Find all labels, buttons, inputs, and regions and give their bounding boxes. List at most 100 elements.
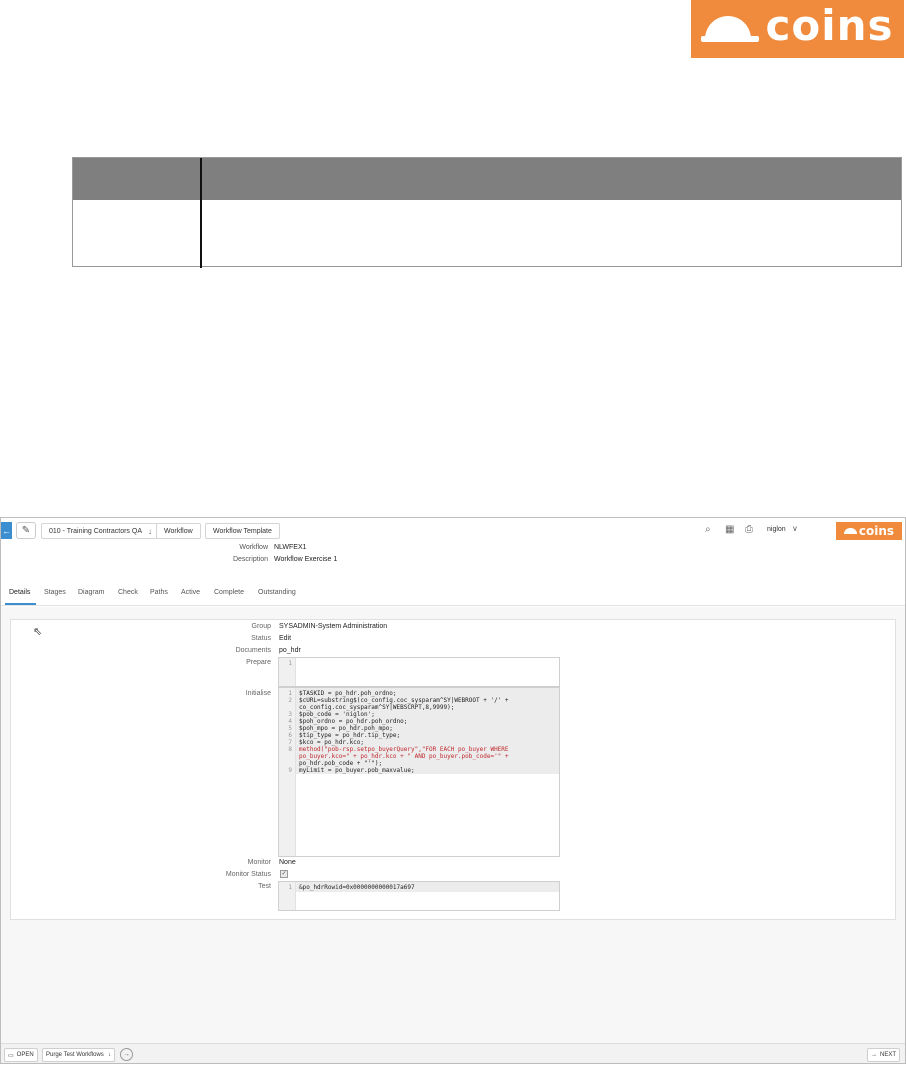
tab-active[interactable]: Active — [181, 589, 200, 596]
code-text: method("pob-rsp.setpo_buyerQuery","FOR E… — [299, 746, 509, 753]
code-text: po_buyer.kco=" + po_hdr.kco + " AND po_b… — [299, 753, 509, 760]
chevron-down-icon[interactable]: ∨ — [792, 524, 798, 533]
app-screenshot: ← ✎ 010 - Training Contractors QA ↓ Work… — [0, 517, 906, 1064]
grid-icon[interactable]: ▦ — [725, 524, 734, 535]
breadcrumb-workflow[interactable]: Workflow — [156, 523, 201, 539]
hard-hat-icon — [843, 528, 857, 534]
user-name[interactable]: niglon — [767, 526, 786, 533]
coins-logo-small: coins — [836, 522, 902, 540]
group-label: Group — [251, 623, 271, 630]
line-number: 5 — [288, 725, 292, 732]
purge-label: Purge Test Workflows — [46, 1052, 104, 1058]
tab-bar: Details Stages Diagram Check Paths Activ… — [1, 580, 905, 606]
code-line: 5 $poh_mpo = po_hdr.poh_mpo; — [279, 725, 559, 732]
wrench-icon[interactable]: ✎ — [16, 522, 36, 539]
documents-label: Documents — [235, 647, 271, 654]
code-line: 3 $pob_code = 'niglon'; — [279, 711, 559, 718]
go-arrow-icon[interactable]: → — [120, 1048, 133, 1061]
arrow-down-icon: ↓ — [148, 526, 152, 536]
prepare-code-editor[interactable]: 1 — [278, 657, 560, 687]
tab-details[interactable]: Details — [9, 589, 30, 596]
tab-outstanding[interactable]: Outstanding — [258, 589, 296, 596]
line-number: 4 — [288, 718, 292, 725]
initialise-code-editor[interactable]: 1 $TASKID = po_hdr.poh_ordno; 2 $cURL=subst… — [278, 687, 560, 857]
code-line: 2 $cURL=substring$(co_config.coc_sysparam… — [279, 697, 559, 704]
test-code-editor[interactable]: 1 &po_hdrRowid=0x0000000000017a697 — [278, 881, 560, 911]
tab-diagram[interactable]: Diagram — [78, 589, 104, 596]
code-text: &po_hdrRowid=0x0000000000017a697 — [299, 884, 415, 891]
test-label: Test — [258, 883, 271, 890]
code-text: $cURL=substring$(co_config.coc_sysparam^… — [299, 697, 509, 704]
breadcrumb-company[interactable]: 010 - Training Contractors QA ↓ — [41, 523, 160, 539]
status-label: Status — [251, 635, 271, 642]
code-text: $pob_code = 'niglon'; — [299, 711, 375, 718]
folder-icon: ▭ — [8, 1052, 14, 1059]
table-header-row — [73, 158, 901, 200]
line-number: 8 — [288, 746, 292, 753]
line-number: 9 — [288, 767, 292, 774]
code-line: 1 $TASKID = po_hdr.poh_ordno; — [279, 690, 559, 697]
code-line: 8 method("pob-rsp.setpo_buyerQuery","FOR … — [279, 746, 559, 753]
breadcrumb-label: 010 - Training Contractors QA — [49, 527, 142, 535]
code-text: $kco = po_hdr.kco; — [299, 739, 365, 746]
description-label: Description — [232, 556, 268, 563]
code-line: 1 &po_hdrRowid=0x0000000000017a697 — [279, 884, 559, 891]
back-icon[interactable]: ← — [1, 522, 12, 539]
open-button[interactable]: ▭ OPEN — [4, 1048, 38, 1062]
code-line: 1 — [279, 660, 559, 667]
monitor-label: Monitor — [247, 859, 271, 866]
open-button-label: OPEN — [16, 1052, 34, 1058]
logo-text: coins — [858, 524, 895, 538]
search-icon[interactable]: ⌕ — [705, 524, 711, 535]
group-value: SYSADMIN-System Administration — [279, 623, 388, 630]
code-line: 6 $tip_type = po_hdr.tip_type; — [279, 732, 559, 739]
line-number: 7 — [288, 739, 292, 746]
table-column-divider — [200, 158, 202, 268]
breadcrumb-label: Workflow — [164, 527, 193, 535]
code-line: 4 $poh_ordno = po_hdr.poh_ordno; — [279, 718, 559, 725]
line-number: 1 — [288, 884, 292, 891]
arrow-right-icon: → — [871, 1052, 877, 1058]
code-line: co_config.coc_sysparam^SY|WEBSCRPT,8,999… — [279, 704, 559, 711]
breadcrumb-workflow-template[interactable]: Workflow Template — [205, 523, 280, 539]
arrow-down-icon: ↓ — [107, 1052, 111, 1058]
initialise-label: Initialise — [245, 690, 271, 697]
line-number: 2 — [288, 697, 292, 704]
code-text: $poh_mpo = po_hdr.poh_mpo; — [299, 725, 393, 732]
tab-paths[interactable]: Paths — [150, 589, 168, 596]
workflow-value: NLWFEX1 — [274, 544, 307, 551]
logo-text: coins — [765, 1, 894, 50]
breadcrumb-label: Workflow Template — [213, 527, 272, 535]
code-line: 9 myLimit = po_buyer.pob_maxvalue; — [279, 767, 559, 774]
top-toolbar: ← ✎ 010 - Training Contractors QA ↓ Work… — [1, 518, 905, 544]
next-button[interactable]: → NEXT — [867, 1048, 901, 1062]
hard-hat-icon — [701, 16, 760, 42]
prepare-label: Prepare — [246, 659, 271, 666]
monitor-status-checkbox[interactable]: ✓ — [280, 870, 288, 878]
line-number: 6 — [288, 732, 292, 739]
purge-test-workflows-button[interactable]: Purge Test Workflows ↓ — [42, 1048, 115, 1062]
line-number: 3 — [288, 711, 292, 718]
code-text: po_hdr.pob_code + "'"); — [299, 760, 383, 767]
code-text: myLimit = po_buyer.pob_maxvalue; — [299, 767, 415, 774]
code-text: $poh_ordno = po_hdr.poh_ordno; — [299, 718, 408, 725]
status-value: Edit — [279, 635, 292, 642]
next-button-label: NEXT — [880, 1052, 897, 1058]
code-line: 7 $kco = po_hdr.kco; — [279, 739, 559, 746]
monitor-value: None — [279, 859, 296, 866]
monitor-status-label: Monitor Status — [225, 871, 271, 878]
description-value: Workflow Exercise 1 — [274, 556, 338, 563]
line-number: 1 — [288, 690, 292, 697]
tab-complete[interactable]: Complete — [214, 589, 244, 596]
tab-check[interactable]: Check — [118, 589, 138, 596]
code-text: $TASKID = po_hdr.poh_ordno; — [299, 690, 397, 697]
printer-icon[interactable]: ⎙ — [745, 524, 753, 535]
coins-logo: coins — [691, 0, 904, 58]
code-line: po_buyer.kco=" + po_hdr.kco + " AND po_b… — [279, 753, 559, 760]
code-text: $tip_type = po_hdr.tip_type; — [299, 732, 401, 739]
workflow-label: Workflow — [239, 544, 268, 551]
code-text: co_config.coc_sysparam^SY|WEBSCRPT,8,999… — [299, 704, 455, 711]
code-line: po_hdr.pob_code + "'"); — [279, 760, 559, 767]
bottom-bar: ▭ OPEN Purge Test Workflows ↓ → → NEXT — [1, 1043, 905, 1063]
tab-stages[interactable]: Stages — [44, 589, 66, 596]
